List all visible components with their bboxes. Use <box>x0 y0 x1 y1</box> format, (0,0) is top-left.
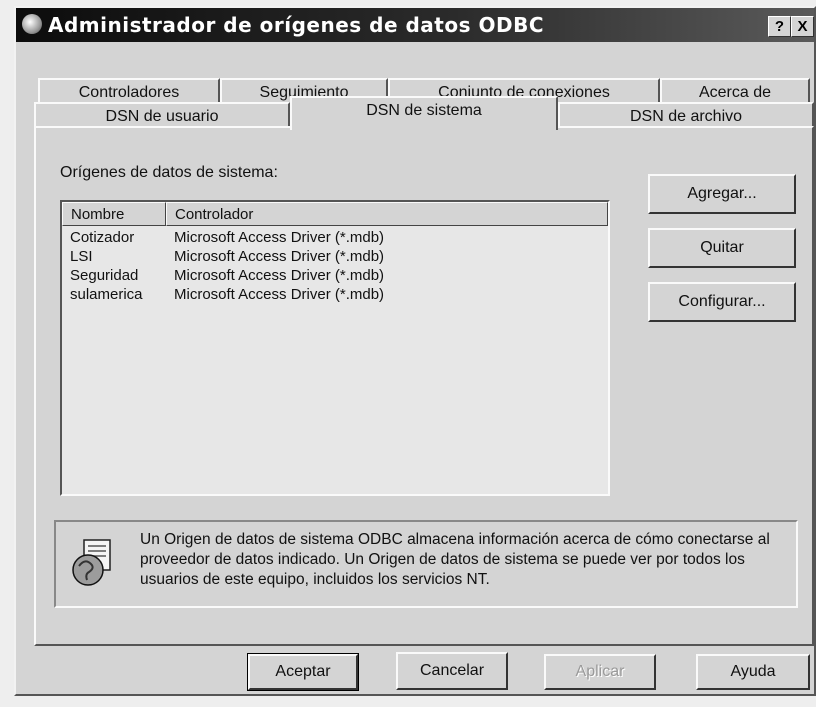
help-icon[interactable]: ? <box>768 16 791 37</box>
list-item-driver: Microsoft Access Driver (*.mdb) <box>174 229 385 246</box>
list-item[interactable]: Cotizador Microsoft Access Driver (*.mdb… <box>62 228 608 247</box>
list-item-driver: Microsoft Access Driver (*.mdb) <box>174 248 385 265</box>
list-item-name: LSI <box>70 248 93 265</box>
cancel-button[interactable]: Cancelar <box>396 652 508 690</box>
list-item[interactable]: LSI Microsoft Access Driver (*.mdb) <box>62 247 608 266</box>
list-item[interactable]: Seguridad Microsoft Access Driver (*.mdb… <box>62 266 608 285</box>
remove-button[interactable]: Quitar <box>648 228 796 268</box>
title-bar[interactable]: Administrador de orígenes de datos ODBC … <box>16 8 814 42</box>
list-item-name: sulamerica <box>70 286 143 303</box>
list-item-driver: Microsoft Access Driver (*.mdb) <box>174 267 385 284</box>
info-panel: Un Origen de datos de sistema ODBC almac… <box>54 520 798 608</box>
help-button[interactable]: Ayuda <box>696 654 810 690</box>
odbc-app-icon <box>22 14 42 34</box>
list-label: Orígenes de datos de sistema: <box>60 164 278 181</box>
list-item-name: Cotizador <box>70 229 135 246</box>
close-icon[interactable]: X <box>791 16 814 37</box>
add-button[interactable]: Agregar... <box>648 174 796 214</box>
odbc-dialog: Administrador de orígenes de datos ODBC … <box>14 6 816 696</box>
system-dsn-info-icon <box>72 539 111 586</box>
data-sources-list[interactable]: Nombre Controlador Cotizador Microsoft A… <box>60 200 610 496</box>
window-title: Administrador de orígenes de datos ODBC <box>48 13 544 37</box>
list-item-driver: Microsoft Access Driver (*.mdb) <box>174 286 385 303</box>
tab-panel-dsn-sistema: Orígenes de datos de sistema: Nombre Con… <box>34 126 814 646</box>
list-item[interactable]: sulamerica Microsoft Access Driver (*.md… <box>62 285 608 304</box>
apply-button[interactable]: Aplicar <box>544 654 656 690</box>
ok-button[interactable]: Aceptar <box>247 653 359 691</box>
column-header-nombre[interactable]: Nombre <box>62 202 166 226</box>
info-text: Un Origen de datos de sistema ODBC almac… <box>140 531 770 588</box>
configure-button[interactable]: Configurar... <box>648 282 796 322</box>
list-header: Nombre Controlador <box>62 202 608 226</box>
tab-dsn-de-sistema[interactable]: DSN de sistema <box>290 96 558 130</box>
column-header-controlador[interactable]: Controlador <box>166 202 608 226</box>
list-item-name: Seguridad <box>70 267 139 284</box>
